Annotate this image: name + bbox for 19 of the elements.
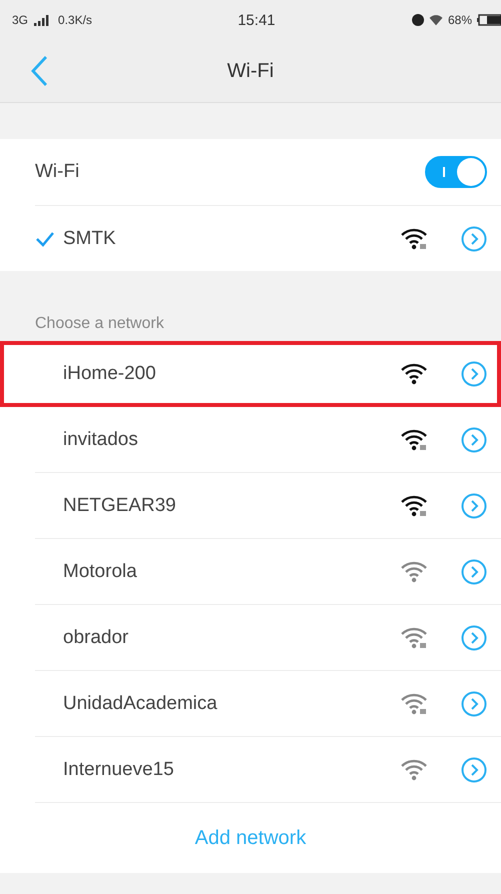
wifi-label: Wi-Fi [35, 161, 80, 183]
details-button[interactable] [461, 756, 487, 782]
details-button[interactable] [461, 360, 487, 386]
network-speed: 0.3K/s [58, 13, 92, 27]
page-title: Wi-Fi [227, 60, 274, 82]
details-button[interactable] [461, 426, 487, 452]
details-button[interactable] [461, 624, 487, 650]
details-button[interactable] [461, 690, 487, 716]
section-label: Choose a network [35, 315, 164, 333]
details-button[interactable] [461, 558, 487, 584]
clock: 15:41 [238, 12, 276, 28]
network-name[interactable]: SMTK [55, 228, 401, 250]
battery-icon [477, 14, 501, 26]
network-type: 3G [12, 13, 28, 27]
details-button[interactable] [461, 226, 487, 252]
wifi-toggle[interactable] [425, 156, 487, 188]
details-button[interactable] [461, 492, 487, 518]
battery-percent: 68% [448, 13, 472, 27]
wifi-status-icon [428, 14, 443, 26]
